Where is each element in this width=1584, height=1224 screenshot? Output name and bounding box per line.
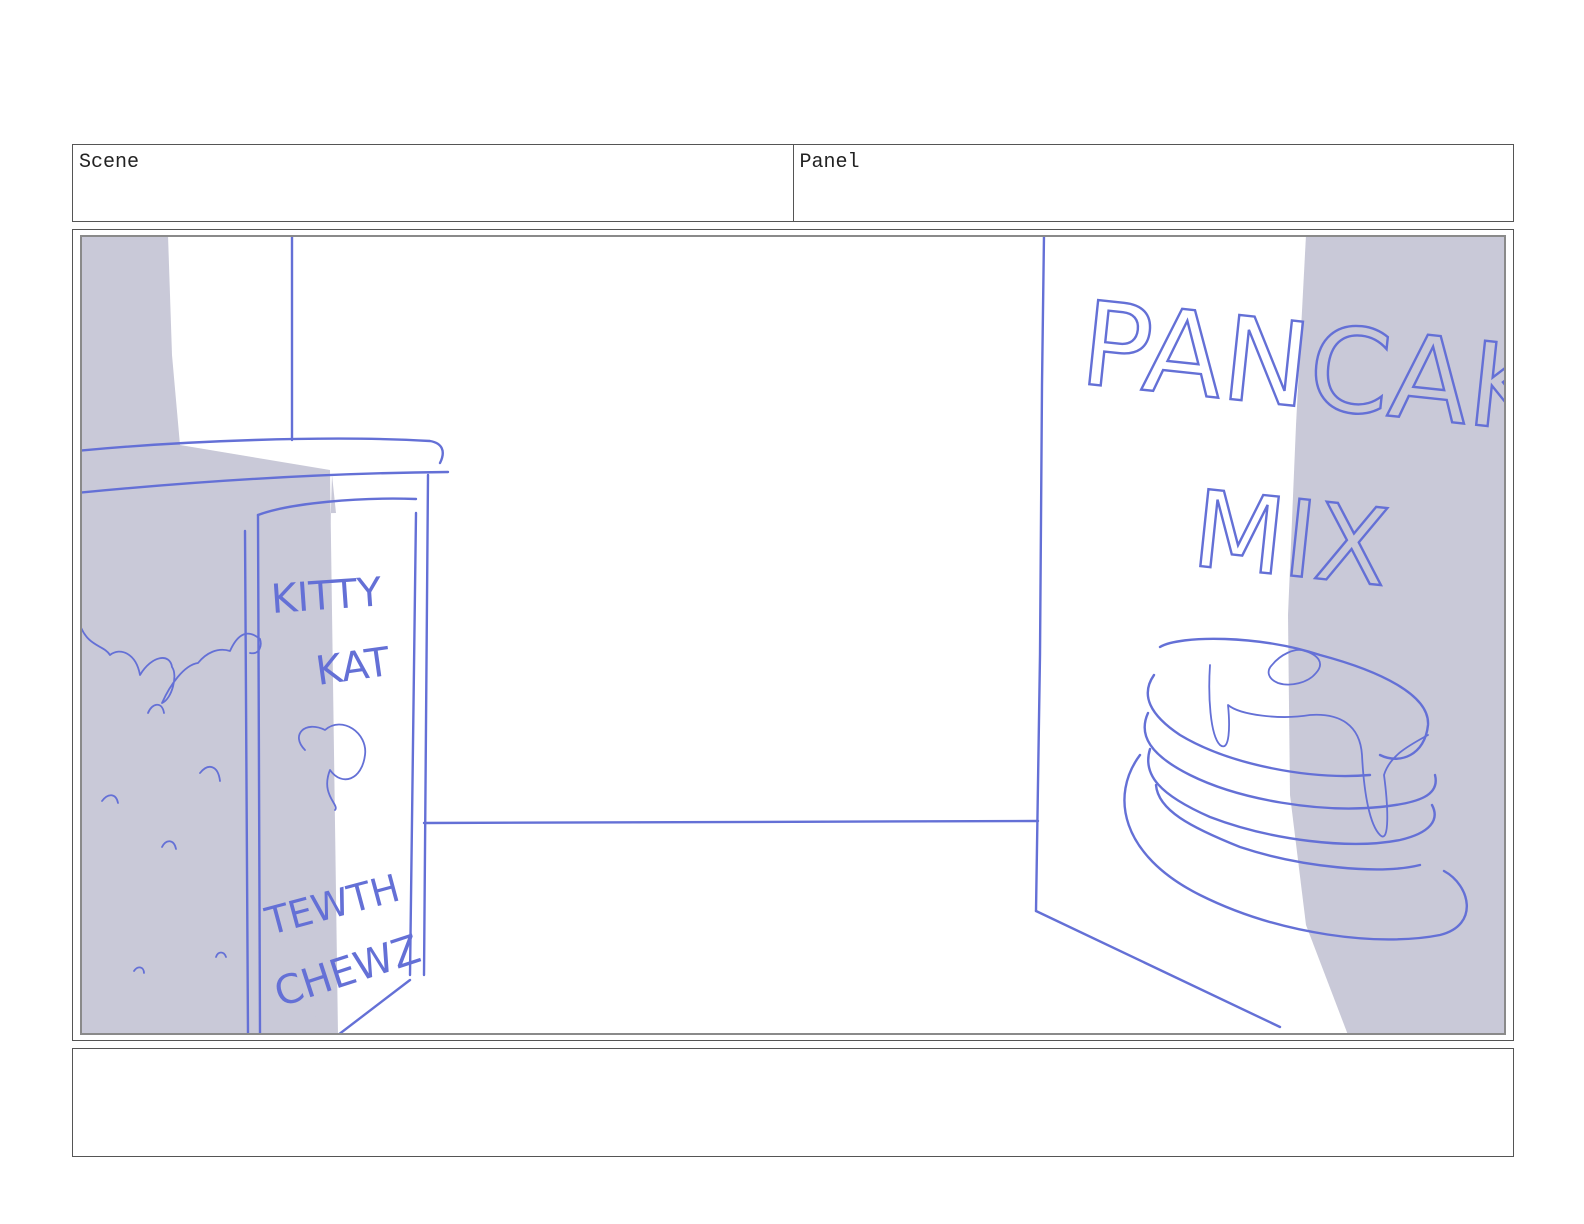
storyboard-drawing[interactable]: KITTY KAT TEWTH CHEWZ PANCAK MIX xyxy=(80,235,1506,1035)
cereal-box-front-right xyxy=(408,511,418,977)
kitty-text-group: KITTY xyxy=(269,569,383,623)
cereal-box-text-1: KITTY xyxy=(269,569,383,623)
panel-field[interactable]: Panel xyxy=(792,145,1514,221)
cereal-box-text-2: KAT xyxy=(313,639,393,695)
sketch-canvas: KITTY KAT TEWTH CHEWZ PANCAK MIX xyxy=(82,237,1504,1033)
storyboard-frame: KITTY KAT TEWTH CHEWZ PANCAK MIX xyxy=(72,229,1514,1041)
panel-header: Scene Panel xyxy=(72,144,1514,222)
kat-text-group: KAT xyxy=(313,639,393,695)
pancake-box-bottom xyxy=(1034,909,1282,1029)
scene-field[interactable]: Scene xyxy=(73,145,793,221)
cereal-box-back-right xyxy=(422,473,430,977)
pancake-box-edge xyxy=(1034,237,1046,913)
mix-text-group: MIX xyxy=(1186,466,1396,611)
pancake-box-text-2: MIX xyxy=(1187,468,1394,611)
notes-field[interactable] xyxy=(72,1048,1514,1157)
panel-label: Panel xyxy=(799,151,860,174)
scene-label: Scene xyxy=(79,151,140,174)
floor-line xyxy=(422,819,1040,825)
